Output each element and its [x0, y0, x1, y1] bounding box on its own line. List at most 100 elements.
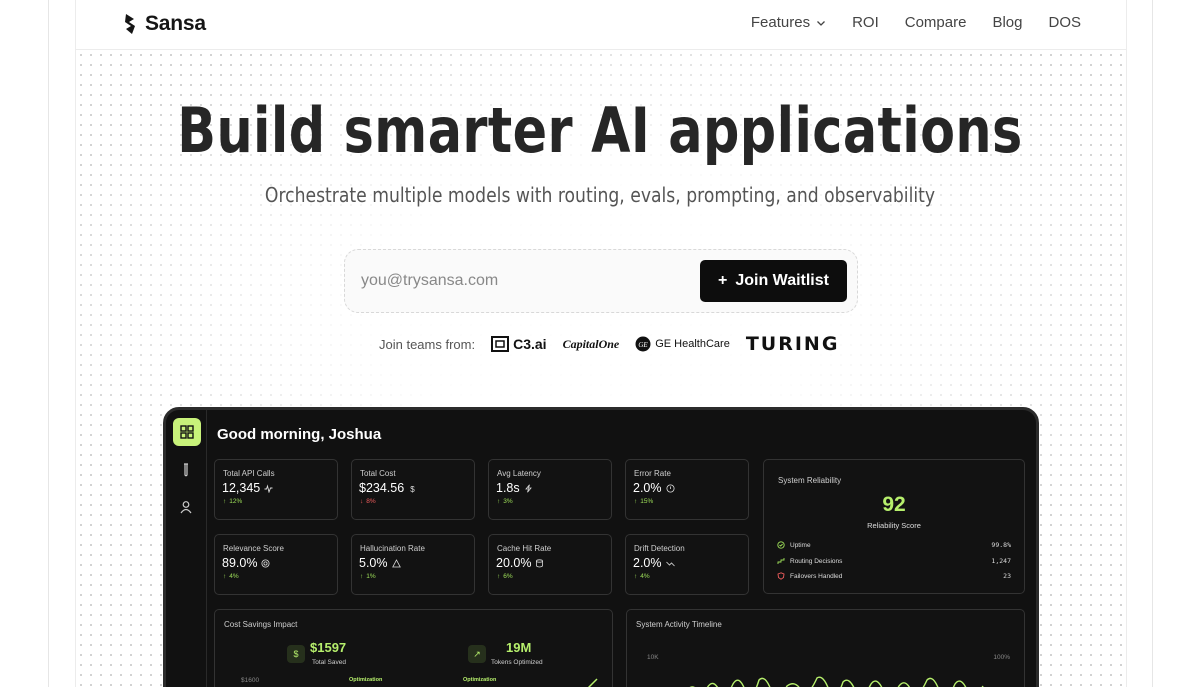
metric-change: ↑ 15%: [634, 498, 653, 505]
alert-circle-icon: [666, 484, 674, 492]
brand-logo[interactable]: Sansa: [123, 12, 206, 36]
savings-line: [587, 678, 598, 687]
join-waitlist-button[interactable]: + Join Waitlist: [700, 260, 847, 302]
svg-text:GE: GE: [639, 341, 649, 349]
metric-value-text: 89.0%: [222, 556, 258, 570]
arrow-up-icon: ↑: [634, 573, 638, 580]
dashboard-sidebar: [166, 410, 207, 687]
metric-value: 1.8s: [496, 481, 533, 495]
nav-link-dos[interactable]: DOS: [1048, 14, 1081, 31]
reliability-score: 92: [882, 493, 906, 516]
metric-value-text: 12,345: [222, 481, 261, 495]
join-waitlist-label: Join Waitlist: [735, 272, 829, 289]
waitlist-form: + Join Waitlist: [344, 249, 858, 313]
page-frame-left: [48, 0, 49, 687]
arrow-up-icon: ↑: [634, 498, 638, 505]
reliability-row: Uptime 99.8%: [777, 540, 1011, 550]
reliability-row-label: Routing Decisions: [790, 557, 843, 565]
target-icon: [261, 559, 270, 567]
optimization-label: Optimization: [349, 677, 383, 683]
email-input[interactable]: [361, 264, 691, 298]
metric-change: ↑ 6%: [497, 573, 513, 580]
metric-card: Avg Latency 1.8s ↑ 3%: [488, 459, 612, 520]
reliability-row-label: Failovers Handled: [790, 572, 843, 580]
metric-change: ↑ 4%: [634, 573, 650, 580]
turing-logo: TURING: [745, 333, 840, 355]
hero-title: Build smarter AI applications: [177, 94, 1023, 167]
metric-label: Total Cost: [360, 469, 396, 478]
sansa-logo-icon: [125, 14, 135, 34]
nav-link-roi[interactable]: ROI: [852, 14, 879, 31]
user-icon[interactable]: [179, 500, 193, 514]
total-saved-label: Total Saved: [312, 659, 346, 666]
metric-card: Error Rate 2.0% ↑ 15%: [625, 459, 749, 520]
ge-text: GE HealthCare: [655, 338, 730, 350]
metric-value: 89.0%: [222, 556, 270, 570]
reliability-card: System Reliability 92 Reliability Score …: [763, 459, 1025, 594]
reliability-score-label: Reliability Score: [867, 521, 921, 530]
metric-value-text: 20.0%: [496, 556, 532, 570]
reliability-row-value: 99.8%: [991, 541, 1011, 549]
metric-label: Relevance Score: [223, 544, 284, 553]
total-saved-value: $1597: [310, 640, 347, 655]
sidebar-dashboard-button[interactable]: [173, 418, 201, 446]
arrow-up-icon: ↑: [497, 498, 501, 505]
metric-value-text: 5.0%: [359, 556, 388, 570]
reliability-row: Routing Decisions 1,247: [777, 556, 1011, 566]
nav-link-features[interactable]: Features: [751, 14, 826, 31]
activity-timeline-card: System Activity Timeline 10K 100%: [626, 609, 1025, 687]
arrow-up-icon: ↑: [360, 573, 364, 580]
timeline-right-axis-label: 100%: [993, 654, 1010, 661]
reliability-row: Failovers Handled 23: [777, 571, 1011, 581]
metric-card: Total API Calls 12,345 ↑ 12%: [214, 459, 338, 520]
metric-card: Drift Detection 2.0% ↑ 4%: [625, 534, 749, 595]
metric-change: ↓ 8%: [360, 498, 376, 505]
c3ai-text: C3.ai: [513, 336, 547, 352]
capitalone-logo: CapitalOne: [562, 336, 620, 351]
metric-value-text: $234.56: [359, 481, 405, 495]
metric-label: Hallucination Rate: [360, 544, 425, 553]
arrow-down-icon: ↓: [360, 498, 364, 505]
metric-value: 20.0%: [496, 556, 544, 570]
metric-change: ↑ 12%: [223, 498, 242, 505]
chevron-down-icon: [817, 20, 826, 26]
hero-subtitle: Orchestrate multiple models with routing…: [264, 183, 936, 207]
savings-axis-label: $1600: [241, 677, 260, 684]
nav-link-compare[interactable]: Compare: [905, 14, 967, 31]
metric-card: Total Cost $234.56 $ ↓ 8%: [351, 459, 475, 520]
optimization-label: Optimization: [463, 677, 497, 683]
cost-savings-title: Cost Savings Impact: [224, 620, 298, 629]
shield-icon: [777, 572, 785, 580]
reliability-row-value: 23: [1003, 572, 1011, 580]
ge-mark-icon: GE: [635, 336, 651, 352]
metric-value: 2.0%: [633, 481, 675, 495]
svg-text:$: $: [410, 485, 415, 493]
nav-link-blog[interactable]: Blog: [992, 14, 1022, 31]
arrow-up-icon: ↑: [223, 498, 227, 505]
reliability-row-value: 1,247: [991, 557, 1011, 565]
grid-icon: [180, 425, 194, 439]
metric-change-text: 6%: [503, 573, 513, 580]
metric-change-text: 8%: [366, 498, 376, 505]
metric-change: ↑ 4%: [223, 573, 239, 580]
content-frame-right: [1126, 0, 1127, 687]
metric-card: Hallucination Rate 5.0% ↑ 1%: [351, 534, 475, 595]
greeting: Good morning, Joshua: [217, 426, 382, 443]
metric-card: Cache Hit Rate 20.0% ↑ 6%: [488, 534, 612, 595]
dashboard-preview: Good morning, Joshua Total API Calls 12,3…: [163, 407, 1039, 687]
metric-value-text: 2.0%: [633, 481, 662, 495]
trend-icon: [665, 561, 675, 566]
check-circle-icon: [777, 541, 785, 549]
flask-icon[interactable]: [179, 463, 193, 477]
arrow-up-icon: ↑: [223, 573, 227, 580]
metric-card: Relevance Score 89.0% ↑ 4%: [214, 534, 338, 595]
cost-savings-card: Cost Savings Impact $ $1597 Total Saved …: [214, 609, 613, 687]
plus-icon: +: [718, 272, 728, 289]
metric-value: 2.0%: [633, 556, 675, 570]
metric-change-text: 12%: [229, 498, 243, 505]
dollar-icon: $: [287, 645, 305, 663]
top-nav: Sansa Features ROI Compare Blog DOS: [76, 0, 1126, 50]
zap-icon: [524, 484, 532, 492]
timeline-line: [689, 676, 984, 687]
ge-healthcare-logo: GE GE HealthCare: [635, 336, 730, 352]
